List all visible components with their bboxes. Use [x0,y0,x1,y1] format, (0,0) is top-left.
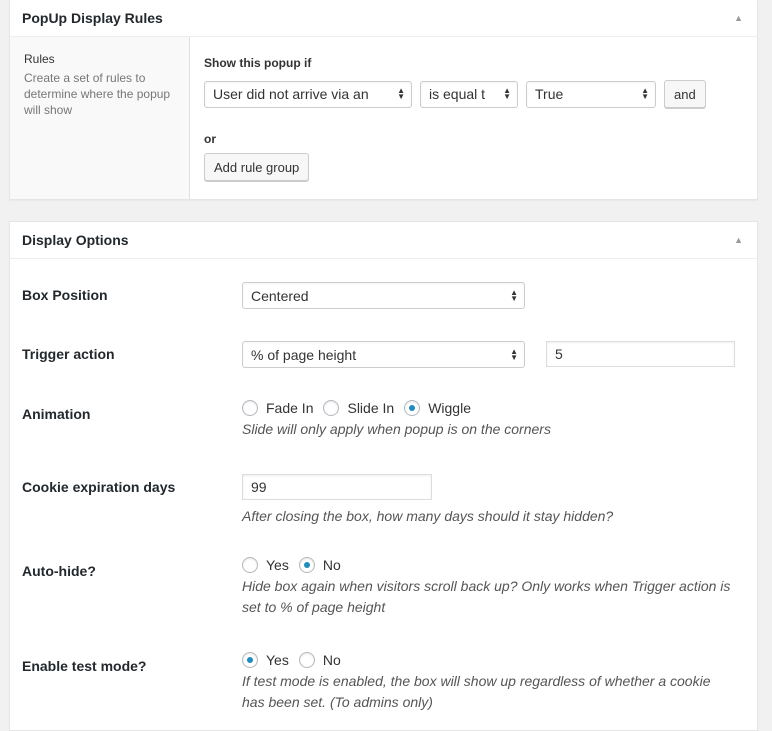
display-options-panel: Display Options ▲ Box Position Centered … [9,221,758,731]
test-mode-yes-label: Yes [266,652,289,668]
slide-in-label: Slide In [347,400,395,416]
test-mode-no-radio[interactable] [298,652,315,668]
rule-operator-value: is equal t [429,86,486,102]
box-position-label: Box Position [22,287,108,303]
cookie-expiration-input[interactable]: 99 [242,474,432,500]
updown-arrows-icon: ▲ ▼ [641,86,649,101]
display-options-header[interactable]: Display Options ▲ [10,222,757,259]
popup-rules-panel: PopUp Display Rules ▲ Rules Create a set… [9,0,758,200]
rule-row: User did not arrive via an ▲ ▼ is equal t… [204,80,743,108]
animation-radio-group: Fade In Slide In Wiggle [242,400,551,416]
display-options-title: Display Options [22,232,129,248]
box-position-select[interactable]: Centered ▲ ▼ [242,282,525,309]
auto-hide-no-radio[interactable] [298,557,315,573]
wiggle-radio[interactable] [404,400,421,416]
test-mode-radio-group: Yes No [242,652,752,668]
cookie-expiration-hint: After closing the box, how many days sho… [242,508,614,524]
trigger-action-label: Trigger action [22,346,115,362]
or-label: or [204,132,216,146]
auto-hide-yes-label: Yes [266,557,289,573]
animation-hint: Slide will only apply when popup is on t… [242,421,551,437]
updown-arrows-icon: ▲ ▼ [510,287,518,303]
rule-param-select[interactable]: User did not arrive via an ▲ ▼ [204,80,412,108]
rules-sidebar: Rules Create a set of rules to determine… [10,37,190,199]
auto-hide-radio-group: Yes No [242,557,752,573]
auto-hide-hint-line1: Hide box again when visitors scroll back… [242,578,731,594]
rule-value-select[interactable]: True ▲ ▼ [526,80,656,108]
test-mode-label: Enable test mode? [22,658,147,674]
wiggle-label: Wiggle [428,400,471,416]
test-mode-no-label: No [322,652,341,668]
rule-param-value: User did not arrive via an [213,86,369,102]
fade-in-label: Fade In [266,400,314,416]
rule-operator-select[interactable]: is equal t ▲ ▼ [420,80,518,108]
rules-label: Rules [24,52,55,66]
auto-hide-no-label: No [322,557,341,573]
auto-hide-hint: Hide box again when visitors scroll back… [242,576,752,618]
slide-in-radio[interactable] [323,400,340,416]
and-button[interactable]: and [664,80,706,108]
rule-value-value: True [535,86,564,102]
test-mode-hint-line2: has been set. (To admins only) [242,694,433,710]
popup-rules-header[interactable]: PopUp Display Rules ▲ [10,0,757,37]
show-if-label: Show this popup if [204,56,312,70]
auto-hide-label: Auto-hide? [22,563,96,579]
animation-label: Animation [22,406,91,422]
trigger-action-value: % of page height [251,346,357,363]
rules-description: Create a set of rules to determine where… [24,71,171,117]
test-mode-hint: If test mode is enabled, the box will sh… [242,671,752,713]
test-mode-yes-radio[interactable] [242,652,258,668]
popup-rules-title: PopUp Display Rules [22,10,163,26]
updown-arrows-icon: ▲ ▼ [503,86,511,101]
trigger-amount-input[interactable]: 5 [546,341,735,367]
trigger-action-select[interactable]: % of page height ▲ ▼ [242,341,525,368]
updown-arrows-icon: ▲ ▼ [510,346,518,362]
box-position-value: Centered [251,287,309,304]
add-rule-group-button[interactable]: Add rule group [204,153,310,181]
cookie-expiration-label: Cookie expiration days [22,479,176,495]
fade-in-radio[interactable] [242,400,258,416]
test-mode-hint-line1: If test mode is enabled, the box will sh… [242,673,711,689]
auto-hide-yes-radio[interactable] [242,557,258,573]
auto-hide-hint-line2: set to % of page height [242,599,386,615]
updown-arrows-icon: ▲ ▼ [397,86,405,101]
collapse-icon[interactable]: ▲ [734,235,743,245]
collapse-icon[interactable]: ▲ [734,13,743,23]
